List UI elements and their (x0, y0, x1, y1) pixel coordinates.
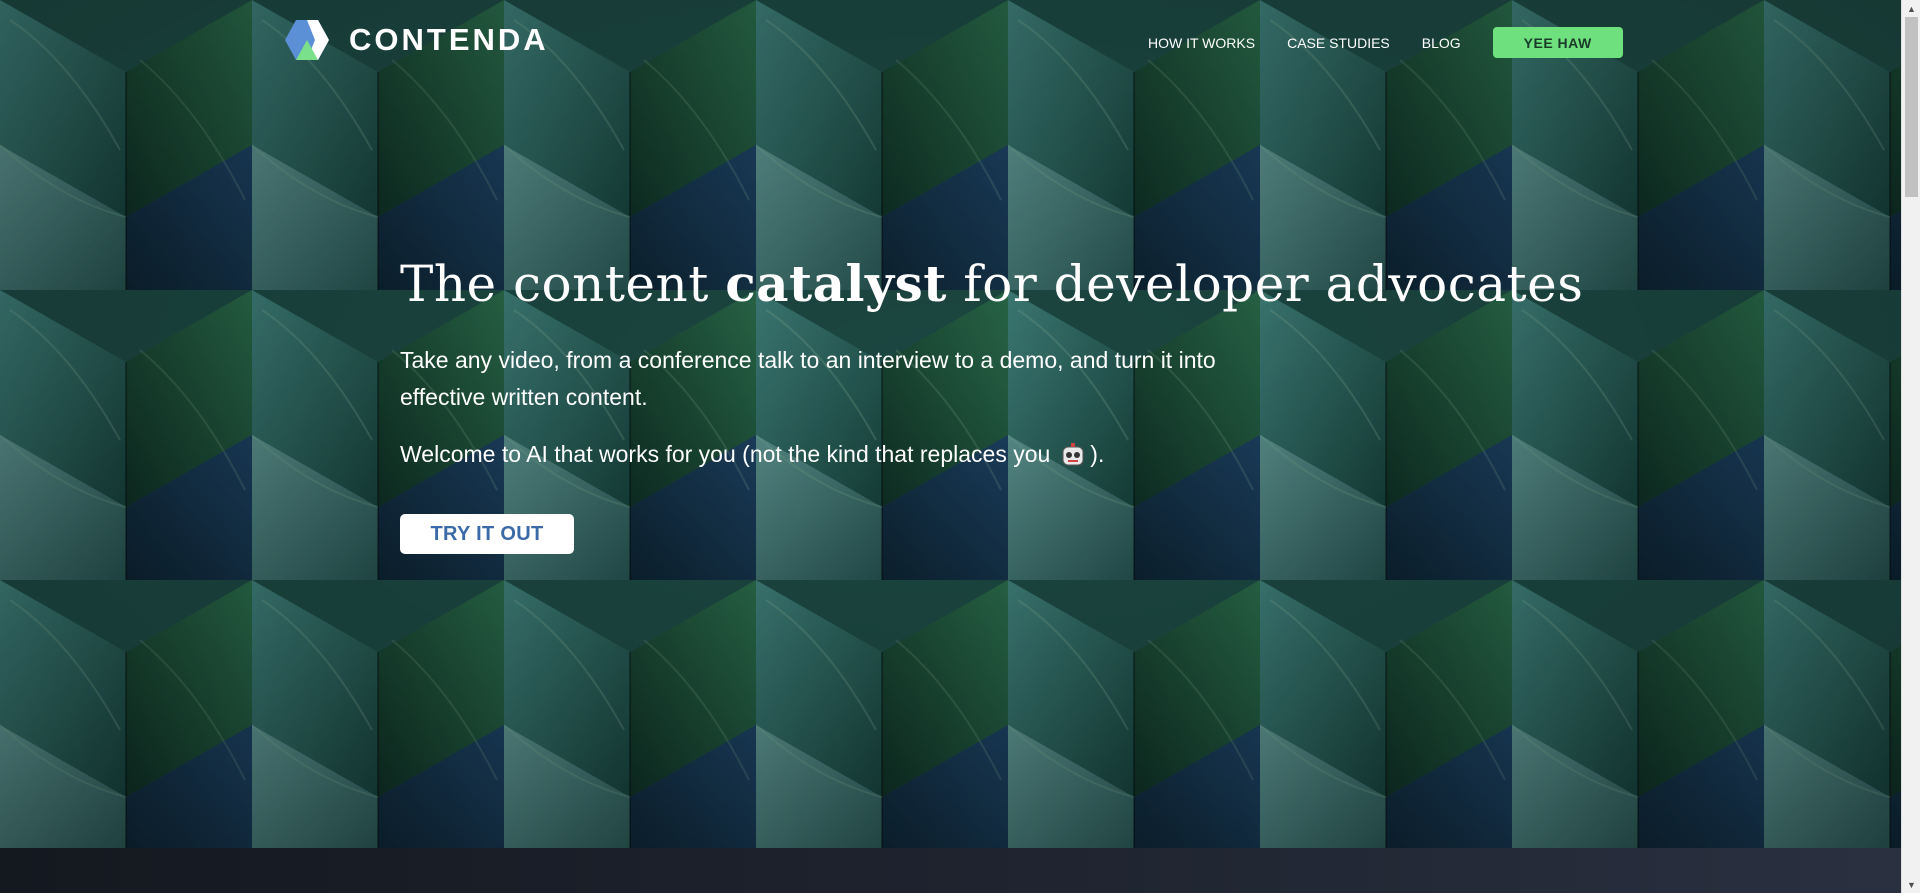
hero-section: CONTENDA HOW IT WORKS CASE STUDIES BLOG … (0, 0, 1901, 848)
hero-content: The content catalyst for developer advoc… (400, 250, 1583, 554)
main-nav: HOW IT WORKS CASE STUDIES BLOG YEE HAW (1148, 27, 1623, 58)
yee-haw-button[interactable]: YEE HAW (1492, 27, 1623, 58)
hero-title-bold: catalyst (725, 254, 947, 313)
try-it-out-button[interactable]: TRY IT OUT (400, 514, 574, 554)
welcome-text-end: ). (1090, 441, 1105, 467)
site-header: CONTENDA HOW IT WORKS CASE STUDIES BLOG … (0, 0, 1901, 84)
logo[interactable]: CONTENDA (285, 18, 549, 62)
nav-link-how-it-works[interactable]: HOW IT WORKS (1148, 28, 1255, 58)
hero-welcome: Welcome to AI that works for you (not th… (400, 436, 1500, 473)
scroll-thumb[interactable] (1905, 17, 1918, 197)
next-section (0, 848, 1901, 893)
hero-title: The content catalyst for developer advoc… (400, 250, 1583, 318)
scroll-up-arrow-icon[interactable]: ▲ (1902, 0, 1920, 17)
welcome-text: Welcome to AI that works for you (not th… (400, 441, 1051, 467)
hero-title-pre: The content (400, 255, 726, 313)
nav-link-blog[interactable]: BLOG (1422, 28, 1461, 58)
hexagon-logo-icon (285, 20, 329, 60)
scrollbar[interactable]: ▲ ▼ (1901, 0, 1920, 893)
scroll-down-arrow-icon[interactable]: ▼ (1902, 876, 1920, 893)
robot-face-icon (1062, 442, 1084, 465)
hero-title-post: for developer advocates (946, 255, 1584, 313)
hero-description: Take any video, from a conference talk t… (400, 347, 1216, 410)
page: CONTENDA HOW IT WORKS CASE STUDIES BLOG … (0, 0, 1920, 893)
brand-name: CONTENDA (349, 22, 549, 57)
nav-link-case-studies[interactable]: CASE STUDIES (1287, 28, 1390, 58)
